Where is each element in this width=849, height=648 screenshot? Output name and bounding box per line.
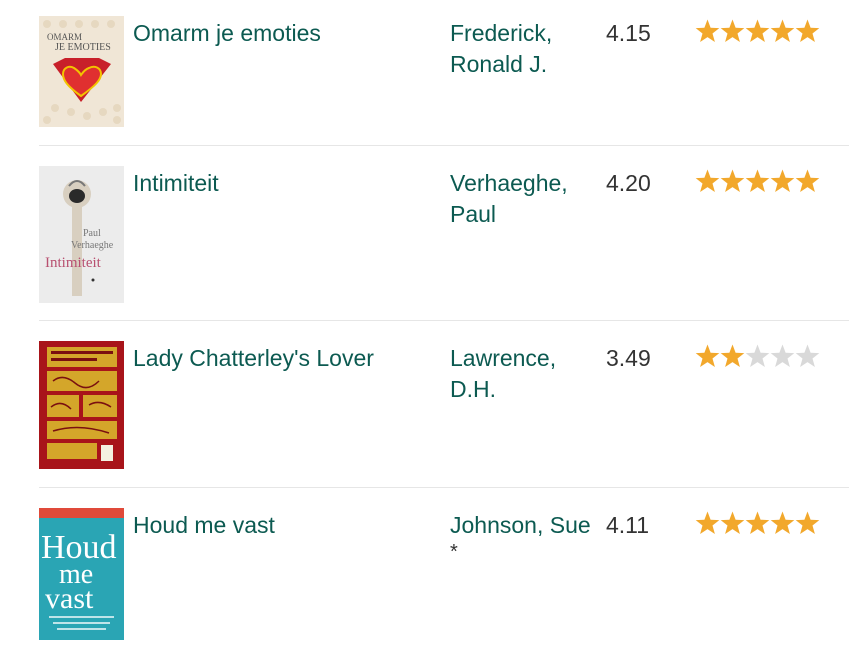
author-line: Verhaeghe, [450, 170, 568, 196]
book-cover[interactable] [39, 341, 124, 469]
star-filled-icon[interactable] [745, 168, 770, 194]
row-divider [39, 487, 849, 488]
star-filled-icon[interactable] [745, 510, 770, 536]
book-row: Lady Chatterley's Lover Lawrence, D.H. 3… [39, 341, 849, 488]
author-footnote-mark: * [450, 541, 458, 563]
book-row: OMARM JE EMOTIES Omarm je emoties Freder… [39, 16, 849, 146]
author-line: Paul [450, 201, 497, 227]
cover-text: Intimiteit [45, 255, 102, 271]
book-title-link[interactable]: Houd me vast [133, 510, 433, 540]
book-cover[interactable]: OMARM JE EMOTIES [39, 16, 124, 127]
star-rating[interactable] [695, 343, 820, 369]
book-author-link[interactable]: Verhaeghe, Paul [450, 168, 600, 230]
star-filled-icon[interactable] [720, 18, 745, 44]
star-filled-icon[interactable] [695, 18, 720, 44]
average-rating: 3.49 [606, 345, 651, 371]
row-divider [39, 145, 849, 146]
star-rating[interactable] [695, 510, 820, 536]
cover-text: JE EMOTIES [55, 42, 111, 53]
book-title-link[interactable]: Lady Chatterley's Lover [133, 343, 433, 373]
book-author-link[interactable]: Lawrence, D.H. [450, 343, 600, 405]
star-rating[interactable] [695, 18, 820, 44]
star-filled-icon[interactable] [695, 343, 720, 369]
star-filled-icon[interactable] [770, 510, 795, 536]
book-author-link[interactable]: Johnson, Sue [450, 510, 600, 541]
star-filled-icon[interactable] [795, 510, 820, 536]
average-rating: 4.11 [606, 512, 650, 538]
cover-text: Verhaeghe [71, 240, 114, 251]
cover-text: vast [45, 582, 94, 615]
average-rating: 4.15 [606, 20, 651, 46]
star-filled-icon[interactable] [720, 343, 745, 369]
book-cover[interactable]: Houd me vast [39, 508, 124, 640]
author-line: Johnson, Sue [450, 512, 591, 538]
star-filled-icon[interactable] [695, 510, 720, 536]
book-author-link[interactable]: Frederick, Ronald J. [450, 18, 600, 80]
book-cover[interactable]: Paul Verhaeghe Intimiteit [39, 166, 124, 303]
author-line: Lawrence, [450, 345, 557, 371]
star-empty-icon[interactable] [745, 343, 770, 369]
book-row: Houd me vast Houd me vast Johnson, Sue *… [39, 508, 849, 648]
star-filled-icon[interactable] [720, 510, 745, 536]
cover-text: OMARM [47, 32, 82, 42]
star-filled-icon[interactable] [745, 18, 770, 44]
row-divider [39, 320, 849, 321]
cover-text: Paul [83, 228, 101, 239]
star-filled-icon[interactable] [770, 168, 795, 194]
star-rating[interactable] [695, 168, 820, 194]
author-line: D.H. [450, 376, 496, 402]
star-filled-icon[interactable] [770, 18, 795, 44]
author-line: Frederick, [450, 20, 553, 46]
star-filled-icon[interactable] [795, 18, 820, 44]
average-rating: 4.20 [606, 170, 651, 196]
star-filled-icon[interactable] [720, 168, 745, 194]
book-row: Paul Verhaeghe Intimiteit Intimiteit Ver… [39, 166, 849, 321]
star-filled-icon[interactable] [695, 168, 720, 194]
star-empty-icon[interactable] [770, 343, 795, 369]
star-empty-icon[interactable] [795, 343, 820, 369]
book-title-link[interactable]: Intimiteit [133, 168, 433, 198]
author-line: Ronald J. [450, 51, 548, 77]
star-filled-icon[interactable] [795, 168, 820, 194]
book-title-link[interactable]: Omarm je emoties [133, 18, 433, 48]
